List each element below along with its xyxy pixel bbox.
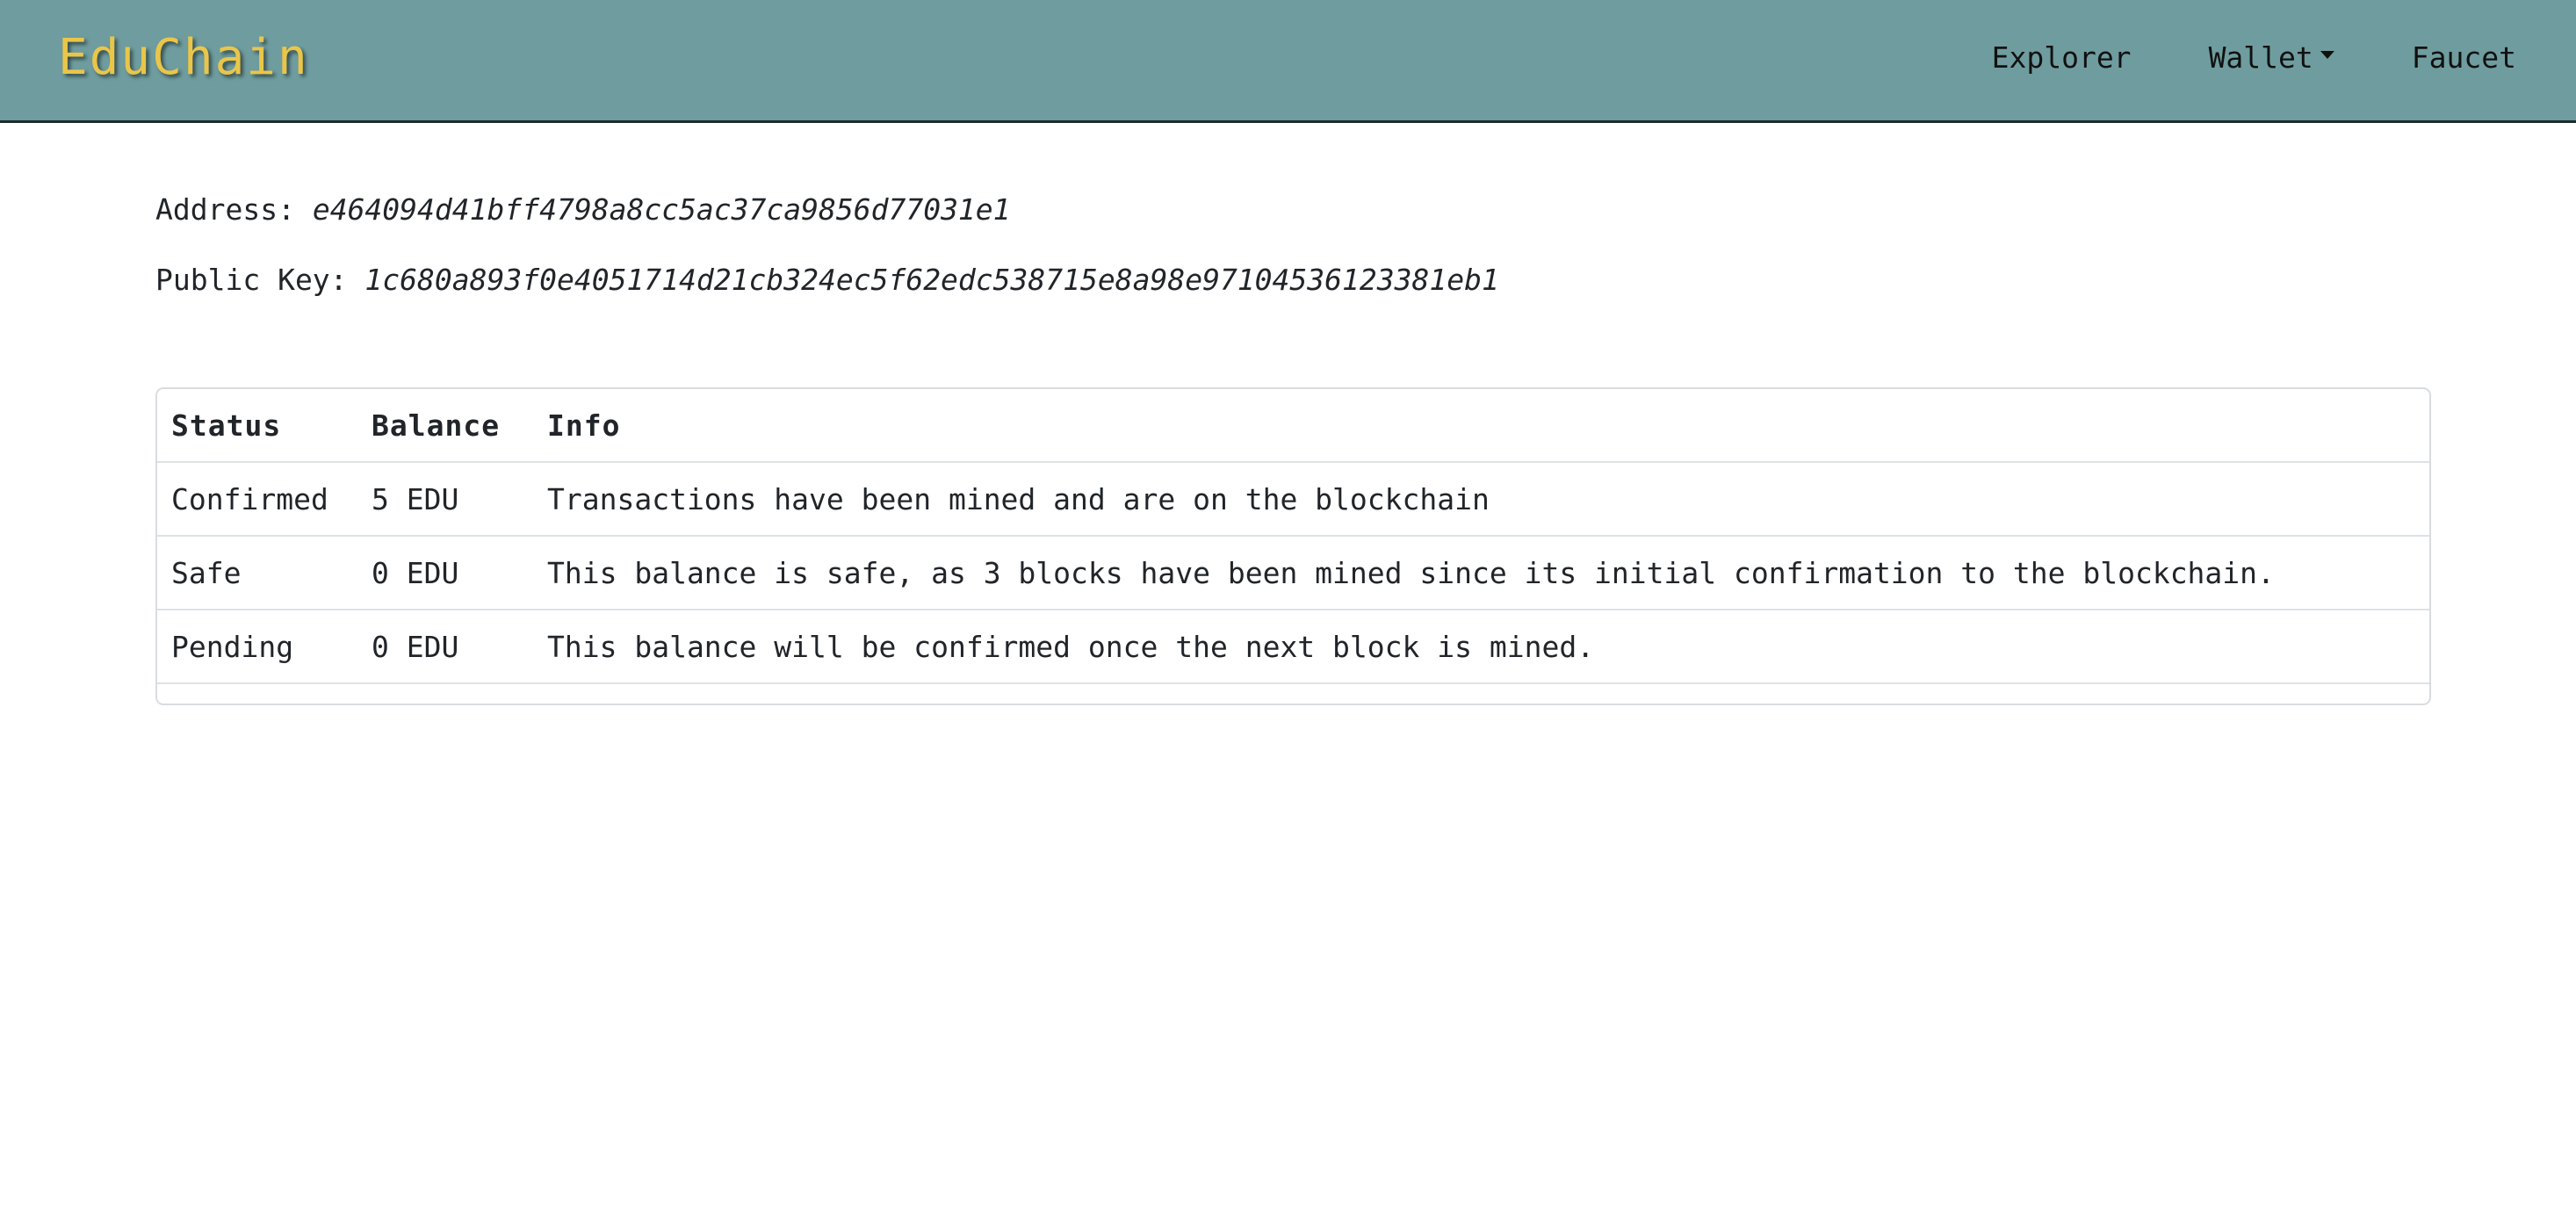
nav-links: Explorer Wallet Faucet: [1992, 39, 2516, 77]
table-header-row: Status Balance Info: [157, 389, 2429, 463]
status-cell: Pending: [157, 610, 357, 684]
table-row: Pending 0 EDU This balance will be confi…: [157, 610, 2429, 684]
address-value: e464094d41bff4798a8cc5ac37ca9856d77031e1: [312, 192, 1011, 227]
status-cell: Confirmed: [157, 462, 357, 537]
balance-table: Status Balance Info Confirmed 5 EDU Tran…: [157, 389, 2429, 684]
address-line: Address: e464094d41bff4798a8cc5ac37ca985…: [155, 191, 1011, 229]
balance-cell: 0 EDU: [357, 536, 533, 610]
column-header-status: Status: [157, 389, 357, 463]
table-row: Safe 0 EDU This balance is safe, as 3 bl…: [157, 536, 2429, 610]
nav-faucet-label: Faucet: [2411, 40, 2516, 75]
nav-wallet-label: Wallet: [2208, 40, 2313, 75]
info-cell: This balance will be confirmed once the …: [533, 610, 2429, 684]
nav-explorer-label: Explorer: [1991, 40, 2132, 75]
balance-table-card: Status Balance Info Confirmed 5 EDU Tran…: [155, 387, 2431, 705]
nav-explorer-link[interactable]: Explorer: [1992, 39, 2132, 77]
navbar: EduChain Explorer Wallet Faucet: [0, 0, 2576, 123]
address-label: Address:: [155, 192, 295, 227]
public-key-value: 1c680a893f0e4051714d21cb324ec5f62edc5387…: [364, 263, 1499, 297]
nav-wallet-dropdown[interactable]: Wallet: [2209, 39, 2334, 77]
brand-logo[interactable]: EduChain: [58, 28, 309, 88]
column-header-balance: Balance: [357, 389, 533, 463]
info-cell: Transactions have been mined and are on …: [533, 462, 2429, 537]
info-cell: This balance is safe, as 3 blocks have b…: [533, 536, 2429, 610]
caret-down-icon: [2320, 50, 2334, 59]
balance-cell: 0 EDU: [357, 610, 533, 684]
column-header-info: Info: [533, 389, 2429, 463]
nav-faucet-link[interactable]: Faucet: [2412, 39, 2516, 77]
public-key-label: Public Key:: [155, 263, 348, 297]
public-key-line: Public Key: 1c680a893f0e4051714d21cb324e…: [155, 261, 1499, 300]
balance-cell: 5 EDU: [357, 462, 533, 537]
status-cell: Safe: [157, 536, 357, 610]
table-row: Confirmed 5 EDU Transactions have been m…: [157, 462, 2429, 537]
